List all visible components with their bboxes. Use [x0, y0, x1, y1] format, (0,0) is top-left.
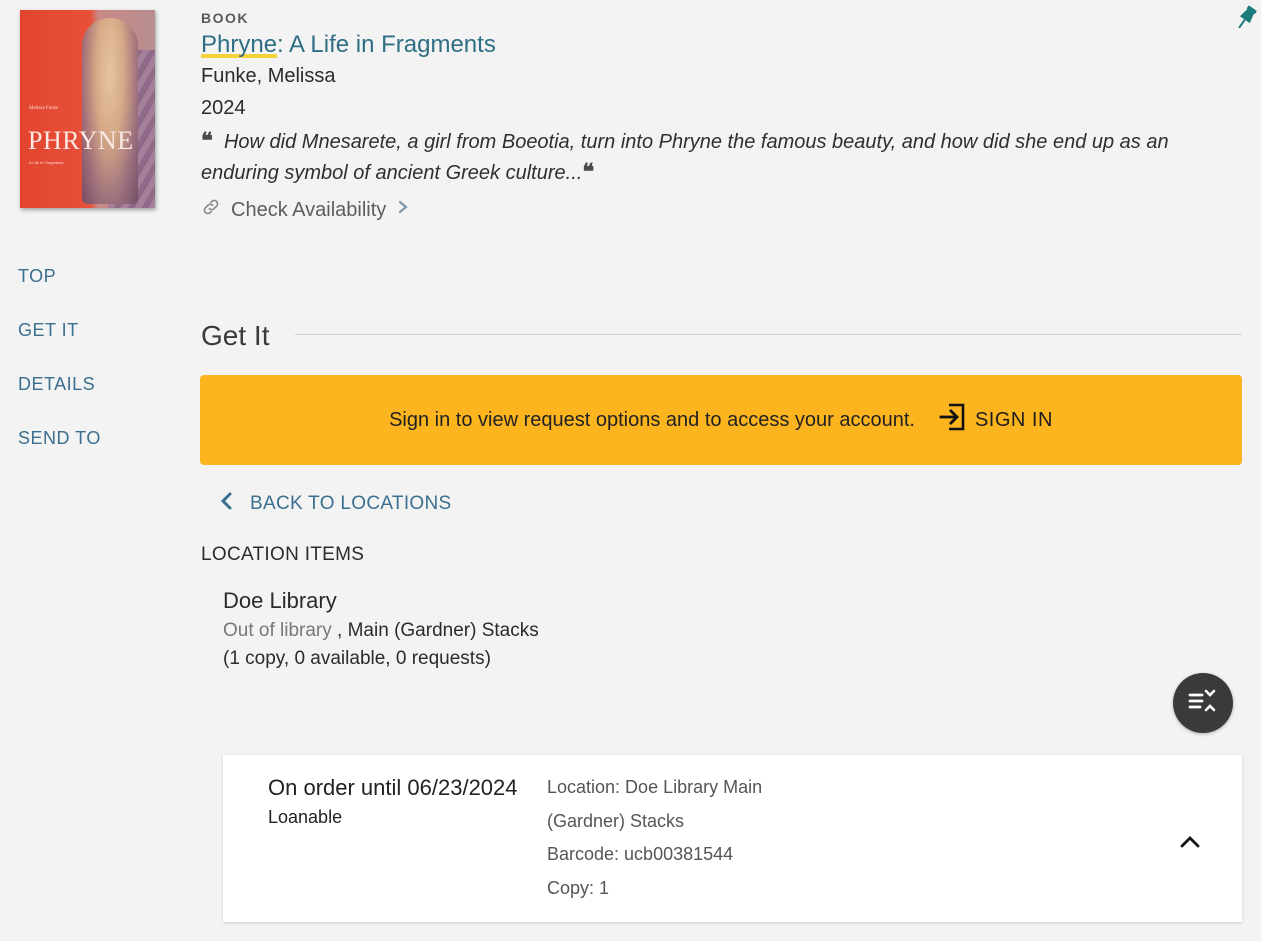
record-description: ❝ How did Mnesarete, a girl from Boeotia…	[201, 126, 1191, 188]
item-status: On order until 06/23/2024	[268, 775, 518, 800]
availability-status: Out of library	[223, 620, 332, 641]
sign-in-label: SIGN IN	[974, 408, 1053, 431]
item-copy: Copy: 1	[547, 878, 610, 898]
sign-in-button[interactable]: SIGN IN	[939, 401, 1053, 439]
back-to-locations-button[interactable]: BACK TO LOCATIONS	[218, 490, 451, 518]
chevron-right-icon	[396, 198, 410, 222]
chevron-left-icon	[218, 490, 234, 518]
nav-send-to[interactable]: SEND TO	[18, 428, 101, 449]
nav-get-it[interactable]: GET IT	[18, 320, 79, 341]
item-location-line1: Location: Doe Library Main	[547, 777, 763, 797]
sublocation: , Main (Gardner) Stacks	[337, 620, 539, 641]
link-icon	[201, 197, 221, 223]
pushpin-icon[interactable]	[1234, 4, 1258, 37]
chevron-up-icon[interactable]	[1178, 831, 1202, 856]
expand-collapse-list-icon	[1187, 687, 1219, 720]
location-items-label: LOCATION ITEMS	[201, 544, 365, 565]
item-policy: Loanable	[268, 807, 343, 827]
cover-subtitle: A Life in Fragments	[29, 160, 64, 165]
description-text: How did Mnesarete, a girl from Boeotia, …	[201, 131, 1169, 184]
item-card[interactable]: On order until 06/23/2024 Loanable Locat…	[223, 755, 1242, 922]
item-barcode: Barcode: ucb00381544	[547, 844, 734, 864]
title-highlight: Phryne	[201, 31, 278, 58]
sign-in-message: Sign in to view request options and to a…	[389, 408, 915, 431]
check-availability-label: Check Availability	[231, 198, 387, 221]
record-author: Funke, Melissa	[201, 65, 336, 87]
copy-counts: (1 copy, 0 available, 0 requests)	[223, 648, 491, 669]
check-availability-link[interactable]: Check Availability	[201, 197, 410, 223]
nav-details[interactable]: DETAILS	[18, 374, 95, 395]
title-rest: : A Life in Fragments	[277, 31, 496, 58]
sign-in-banner: Sign in to view request options and to a…	[200, 375, 1242, 465]
cover-art-figure	[82, 18, 138, 204]
item-location-line2: (Gardner) Stacks	[547, 811, 685, 831]
record-year: 2024	[201, 97, 246, 119]
close-quote-icon: ❝	[582, 159, 595, 185]
library-name: Doe Library	[223, 588, 337, 613]
get-it-heading: Get It	[201, 320, 270, 351]
nav-top[interactable]: TOP	[18, 266, 56, 287]
expand-collapse-all-button[interactable]	[1173, 673, 1233, 733]
back-to-locations-label: BACK TO LOCATIONS	[250, 493, 452, 514]
sign-in-icon	[939, 401, 967, 439]
cover-author: Melissa Funke	[29, 106, 59, 111]
cover-title: PHRYNE	[28, 126, 134, 155]
resource-type: BOOK	[201, 10, 249, 26]
book-cover[interactable]: Melissa Funke PHRYNE A Life in Fragments	[20, 10, 155, 208]
section-divider	[295, 334, 1242, 335]
open-quote-icon: ❝	[201, 128, 213, 154]
record-title-link[interactable]: Phryne: A Life in Fragments	[201, 31, 496, 59]
library-availability: Out of library , Main (Gardner) Stacks	[223, 620, 539, 642]
